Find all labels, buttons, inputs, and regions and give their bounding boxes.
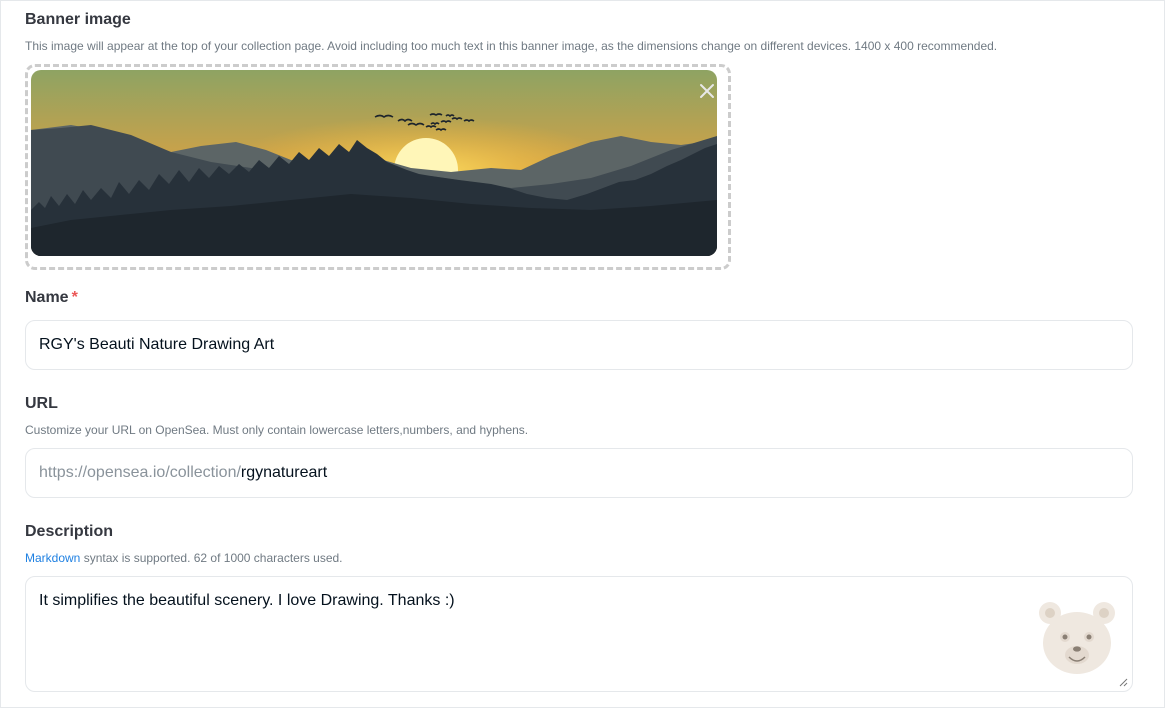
bear-mascot-icon — [1039, 602, 1115, 674]
description-hint: Markdown syntax is supported. 62 of 1000… — [25, 551, 343, 565]
description-title: Description — [25, 523, 114, 540]
banner-dropzone[interactable] — [25, 64, 731, 270]
banner-title: Banner image — [25, 11, 131, 28]
form-container: Banner image This image will appear at t… — [0, 0, 1165, 708]
url-prefix: https://opensea.io/collection/ — [39, 464, 241, 481]
required-mark: * — [71, 289, 78, 306]
url-input[interactable]: https://opensea.io/collection/rgynaturea… — [25, 448, 1133, 498]
url-text: https://opensea.io/collection/rgynaturea… — [39, 464, 327, 482]
name-label: Name — [25, 289, 69, 306]
banner-image — [31, 70, 717, 256]
url-hint: Customize your URL on OpenSea. Must only… — [25, 423, 529, 437]
banner-hint: This image will appear at the top of you… — [25, 39, 998, 53]
url-title: URL — [25, 395, 58, 412]
resize-handle-icon[interactable] — [1118, 677, 1128, 687]
description-value: It simplifies the beautiful scenery. I l… — [39, 592, 455, 609]
description-textarea[interactable]: It simplifies the beautiful scenery. I l… — [25, 576, 1133, 692]
description-hint-rest: syntax is supported. 62 of 1000 characte… — [80, 551, 343, 565]
url-value: rgynatureart — [240, 464, 328, 481]
markdown-link[interactable]: Markdown — [25, 551, 80, 565]
name-value: RGY's Beauti Nature Drawing Art — [39, 336, 275, 353]
close-icon[interactable] — [696, 80, 718, 102]
name-title: Name * — [25, 289, 78, 307]
name-input[interactable]: RGY's Beauti Nature Drawing Art — [25, 320, 1133, 370]
